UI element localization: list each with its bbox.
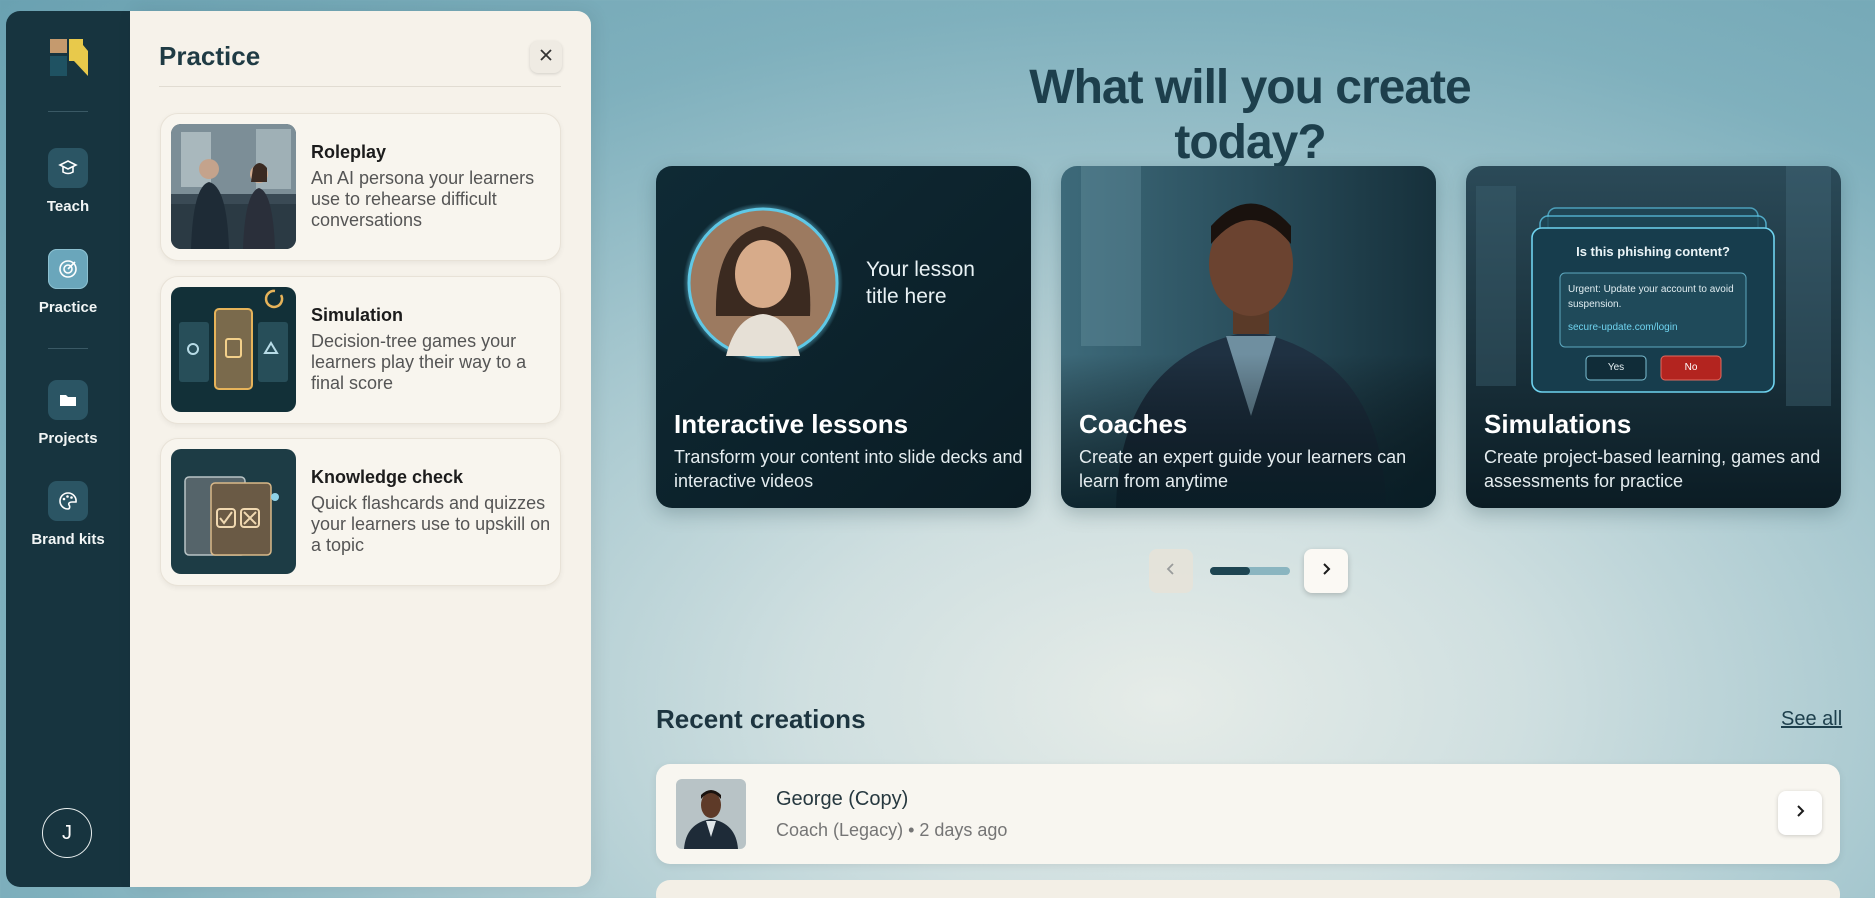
practice-panel: Practice Roleplay An AI persona your lea… (130, 11, 591, 887)
recent-creations-title: Recent creations (656, 704, 866, 734)
list-item[interactable]: George (Copy) Coach (Legacy) • 2 days ag… (656, 764, 1840, 864)
knowledge-check-thumbnail (171, 449, 296, 574)
palette-icon (48, 481, 88, 521)
chevron-right-icon (1320, 562, 1332, 581)
sidebar-rail: Teach Practice Projects Brand kits J (6, 11, 130, 887)
see-all-link[interactable]: See all (1781, 708, 1842, 731)
mock-no-button: No (1684, 362, 1698, 373)
rail-divider (48, 348, 88, 349)
target-icon (48, 249, 88, 289)
chevron-left-icon (1165, 562, 1177, 581)
card-title: Simulations (1484, 409, 1632, 439)
mock-link: secure-update.com/login (1568, 322, 1678, 333)
option-title: Simulation (311, 305, 404, 325)
panel-divider (159, 86, 561, 87)
simulation-thumbnail (171, 287, 296, 412)
card-coaches[interactable]: Coaches Create an expert guide your lear… (1061, 166, 1436, 508)
option-description: Decision-tree games your learners play t… (311, 331, 527, 393)
option-description: Quick flashcards and quizzes your learne… (311, 493, 551, 555)
option-roleplay[interactable]: Roleplay An AI persona your learners use… (160, 113, 561, 261)
card-description: Create project-based learning, games and… (1484, 447, 1821, 491)
sidebar-item-practice[interactable]: Practice (6, 249, 130, 316)
folder-icon (48, 380, 88, 420)
chevron-right-icon (1794, 804, 1806, 823)
app-logo[interactable] (50, 39, 88, 77)
mock-yes-button: Yes (1607, 362, 1625, 373)
list-item[interactable] (656, 880, 1840, 898)
close-icon (539, 48, 553, 67)
creation-name: George (Copy) (776, 788, 909, 810)
mortarboard-icon (48, 148, 88, 188)
open-creation-button[interactable] (1778, 791, 1822, 835)
card-simulations[interactable]: Is this phishing content? Urgent: Update… (1466, 166, 1841, 508)
george-thumbnail (676, 779, 746, 849)
carousel-progress-fill (1210, 567, 1250, 575)
option-knowledge-check[interactable]: Knowledge check Quick flashcards and qui… (160, 438, 561, 586)
rail-divider (48, 111, 88, 112)
sidebar-item-brand-kits[interactable]: Brand kits (6, 481, 130, 548)
option-title: Roleplay (311, 142, 387, 162)
user-avatar[interactable]: J (42, 808, 92, 858)
card-interactive-lessons[interactable]: Your lesson title here Interactive lesso… (656, 166, 1031, 508)
sidebar-item-teach[interactable]: Teach (6, 148, 130, 215)
sidebar-item-label: Projects (38, 430, 98, 447)
card-title: Interactive lessons (674, 409, 909, 439)
sidebar-item-label: Practice (38, 299, 98, 316)
mock-question: Is this phishing content? (1576, 244, 1730, 259)
page-headline: What will you create today? (1029, 61, 1471, 169)
sidebar-item-label: Teach (46, 198, 90, 215)
option-simulation[interactable]: Simulation Decision-tree games your lear… (160, 276, 561, 424)
carousel-progress (1210, 567, 1290, 575)
card-description: Create an expert guide your learners can… (1079, 447, 1407, 491)
creation-meta: Coach (Legacy) • 2 days ago (776, 820, 1008, 840)
panel-title: Practice (159, 41, 261, 71)
carousel-next-button[interactable] (1304, 549, 1348, 593)
carousel-prev-button[interactable] (1149, 549, 1193, 593)
close-button[interactable] (530, 41, 562, 73)
option-description: An AI persona your learners use to rehea… (311, 168, 535, 230)
card-description: Transform your content into slide decks … (674, 447, 1023, 491)
mock-message: Urgent: Update your account to avoid sus… (1568, 284, 1734, 310)
lesson-title-placeholder: Your lesson title here (866, 258, 975, 308)
roleplay-thumbnail (171, 124, 296, 249)
sidebar-item-projects[interactable]: Projects (6, 380, 130, 447)
sidebar-item-label: Brand kits (31, 531, 105, 548)
option-title: Knowledge check (311, 467, 464, 487)
card-title: Coaches (1079, 409, 1188, 439)
